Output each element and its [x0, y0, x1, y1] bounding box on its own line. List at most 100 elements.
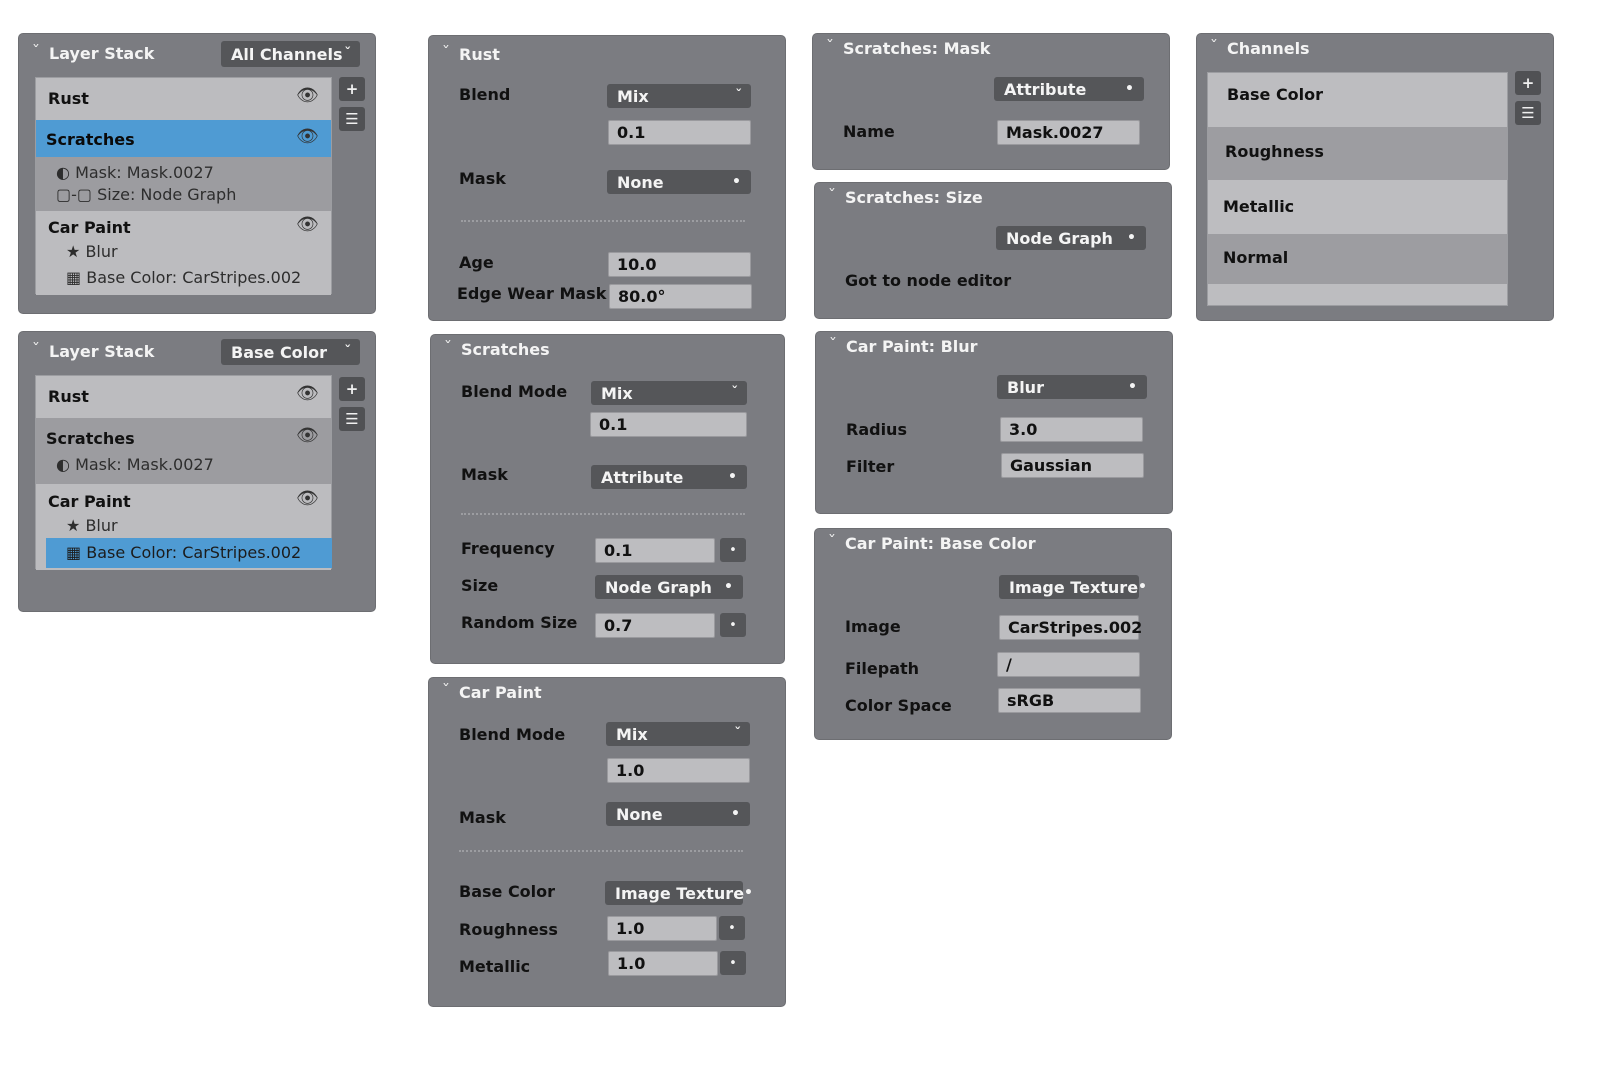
sub-mask[interactable]: ◐ Mask: Mask.0027: [56, 163, 214, 182]
sub-size[interactable]: ▢-▢ Size: Node Graph: [56, 185, 236, 204]
channel-label: Roughness: [1225, 142, 1324, 161]
eye-icon[interactable]: 👁: [296, 126, 319, 147]
layer-row-rust[interactable]: Rust 👁: [36, 78, 331, 120]
collapse-chevron-icon[interactable]: ˅: [444, 340, 452, 352]
layer-row-car-paint[interactable]: Car Paint 👁 ★ Blur ▦ Base Color: CarStri…: [36, 484, 332, 570]
sub-blur[interactable]: ★ Blur: [66, 242, 118, 261]
mask-dropdown[interactable]: Attribute •: [591, 465, 747, 489]
separator: [461, 513, 745, 515]
eye-icon[interactable]: 👁: [296, 425, 319, 446]
layer-row-scratches[interactable]: Scratches 👁 ◐ Mask: Mask.0027: [36, 418, 331, 484]
color-space-field[interactable]: sRGB: [998, 688, 1141, 713]
metallic-label: Metallic: [459, 957, 531, 976]
channel-label: Normal: [1223, 248, 1289, 267]
channel-dropdown-value: All Channels: [231, 44, 343, 64]
mask-type-dropdown[interactable]: Attribute •: [994, 77, 1144, 101]
roughness-keyframe-button[interactable]: •: [719, 916, 745, 940]
eye-icon[interactable]: 👁: [296, 214, 319, 235]
collapse-chevron-icon[interactable]: ˅: [442, 45, 450, 57]
roughness-field[interactable]: 1.0: [607, 916, 717, 941]
sub-base-color[interactable]: ▦ Base Color: CarStripes.002: [66, 268, 301, 287]
add-layer-button[interactable]: +: [339, 377, 365, 401]
layer-stack-panel-all: ˅ Layer Stack All Channels ˅ Rust 👁 Scra…: [18, 33, 376, 314]
node-editor-link[interactable]: Got to node editor: [845, 271, 1011, 290]
layer-menu-button[interactable]: ☰: [339, 107, 365, 131]
add-layer-button[interactable]: +: [339, 77, 365, 101]
channel-item-roughness[interactable]: Roughness: [1208, 127, 1507, 180]
sub-blur[interactable]: ★ Blur: [66, 516, 118, 535]
base-color-dropdown[interactable]: Image Texture •: [605, 881, 753, 905]
random-size-keyframe-button[interactable]: •: [720, 613, 746, 637]
mask-dropdown[interactable]: None •: [607, 170, 751, 194]
collapse-chevron-icon[interactable]: ˅: [828, 188, 836, 200]
dot-icon: •: [732, 174, 741, 190]
size-dropdown[interactable]: Node Graph •: [595, 575, 743, 599]
blend-opacity-field[interactable]: 0.1: [590, 412, 747, 437]
channel-item-normal[interactable]: Normal: [1208, 234, 1507, 284]
collapse-chevron-icon[interactable]: ˅: [442, 683, 450, 695]
blend-mode-dropdown[interactable]: Mix ˅: [607, 84, 751, 108]
filepath-field[interactable]: /: [997, 652, 1140, 677]
random-size-field[interactable]: 0.7: [595, 613, 715, 638]
dot-icon: •: [724, 579, 733, 595]
sub-mask[interactable]: ◐ Mask: Mask.0027: [56, 455, 214, 474]
source-type-dropdown[interactable]: Image Texture •: [999, 575, 1147, 599]
blend-opacity-field[interactable]: 1.0: [607, 758, 750, 783]
sub-base-color-selected[interactable]: ▦ Base Color: CarStripes.002: [46, 538, 332, 568]
age-field[interactable]: 10.0: [608, 252, 751, 277]
channel-menu-button[interactable]: ☰: [1515, 101, 1541, 125]
sub-label: Blur: [85, 516, 118, 535]
mask-name-field[interactable]: Mask.0027: [997, 120, 1140, 145]
collapse-chevron-icon[interactable]: ˅: [1210, 39, 1218, 51]
mask-dropdown[interactable]: None •: [606, 802, 750, 826]
collapse-chevron-icon[interactable]: ˅: [829, 337, 837, 349]
collapse-chevron-icon[interactable]: ˅: [32, 44, 40, 56]
dropdown-value: Node Graph: [1006, 228, 1113, 248]
node-graph-icon: ▢-▢: [56, 185, 93, 204]
mask-label: Mask: [459, 169, 506, 188]
dot-icon: •: [1127, 230, 1136, 246]
eye-icon[interactable]: 👁: [296, 85, 319, 106]
channel-dropdown[interactable]: All Channels ˅: [221, 41, 360, 67]
collapse-chevron-icon[interactable]: ˅: [826, 39, 834, 51]
add-channel-button[interactable]: +: [1515, 71, 1541, 95]
channel-item-metallic[interactable]: Metallic: [1208, 180, 1507, 234]
dropdown-value: Attribute: [1004, 79, 1087, 99]
effect-type-dropdown[interactable]: Blur •: [997, 375, 1147, 399]
separator: [459, 850, 743, 852]
edge-wear-field[interactable]: 80.0°: [609, 284, 752, 309]
radius-field[interactable]: 3.0: [1000, 417, 1143, 442]
scratches-size-panel: ˅ Scratches: Size Node Graph • Got to no…: [814, 182, 1172, 319]
mask-icon: ◐: [56, 163, 70, 182]
panel-title: Scratches: [461, 340, 550, 359]
channel-item-base-color[interactable]: Base Color: [1208, 73, 1507, 127]
metallic-field[interactable]: 1.0: [608, 951, 718, 976]
layer-menu-button[interactable]: ☰: [339, 407, 365, 431]
dropdown-value: None: [616, 804, 663, 824]
frequency-keyframe-button[interactable]: •: [720, 538, 746, 562]
metallic-keyframe-button[interactable]: •: [720, 951, 746, 975]
eye-icon[interactable]: 👁: [296, 488, 319, 509]
layer-row-rust[interactable]: Rust 👁: [36, 376, 331, 418]
size-type-dropdown[interactable]: Node Graph •: [996, 226, 1146, 250]
blend-opacity-field[interactable]: 0.1: [608, 120, 751, 145]
dot-icon: •: [1128, 379, 1137, 395]
layer-row-scratches[interactable]: Scratches 👁: [36, 120, 331, 157]
filter-field[interactable]: Gaussian: [1001, 453, 1144, 478]
layer-name: Car Paint: [48, 218, 131, 237]
separator: [461, 220, 745, 222]
blend-mode-dropdown[interactable]: Mix ˅: [591, 381, 747, 405]
image-field[interactable]: CarStripes.002: [999, 615, 1142, 640]
collapse-chevron-icon[interactable]: ˅: [828, 534, 836, 546]
chevron-down-icon: ˅: [733, 724, 742, 738]
filter-label: Filter: [846, 457, 895, 476]
eye-icon[interactable]: 👁: [296, 383, 319, 404]
panel-title: Layer Stack: [49, 44, 155, 63]
car-paint-blur-panel: ˅ Car Paint: Blur Blur • Radius 3.0 Filt…: [815, 331, 1173, 514]
layer-stack-panel-base-color: ˅ Layer Stack Base Color ˅ Rust 👁 Scratc…: [18, 331, 376, 612]
channel-dropdown[interactable]: Base Color ˅: [221, 339, 360, 365]
layer-row-car-paint[interactable]: Car Paint 👁 ★ Blur ▦ Base Color: CarStri…: [36, 211, 331, 295]
blend-mode-dropdown[interactable]: Mix ˅: [606, 722, 750, 746]
collapse-chevron-icon[interactable]: ˅: [32, 342, 40, 354]
frequency-field[interactable]: 0.1: [595, 538, 715, 563]
